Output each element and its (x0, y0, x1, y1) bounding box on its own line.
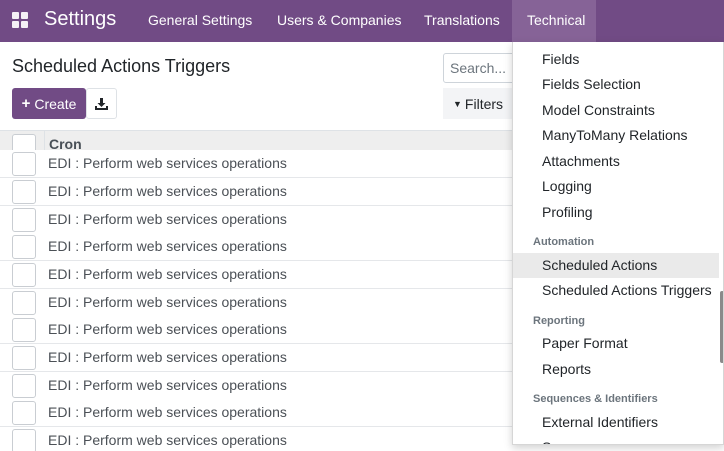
menu-item-model-constraints[interactable]: Model Constraints (513, 98, 719, 123)
menu-item-scheduled-actions-triggers[interactable]: Scheduled Actions Triggers (513, 278, 719, 303)
cron-cell: EDI : Perform web services operations (48, 211, 287, 227)
row-checkbox[interactable] (12, 346, 36, 370)
filter-icon: ▼ (453, 98, 462, 109)
menu-section-automation: Automation (533, 236, 595, 248)
cron-cell: EDI : Perform web services operations (48, 349, 287, 365)
menu-item-many2many-relations[interactable]: ManyToMany Relations (513, 123, 719, 148)
nav-general-settings[interactable]: General Settings (136, 0, 258, 42)
cron-cell: EDI : Perform web services operations (48, 266, 287, 282)
row-checkbox[interactable] (12, 235, 36, 259)
filters-button[interactable]: ▼ Filters (443, 88, 513, 119)
menu-item-attachments[interactable]: Attachments (513, 149, 719, 174)
create-button[interactable]: + Create (12, 88, 86, 119)
nav-technical[interactable]: Technical (512, 0, 596, 42)
row-checkbox[interactable] (12, 208, 36, 232)
menu-item-external-identifiers[interactable]: External Identifiers (513, 410, 719, 435)
nav-translations[interactable]: Translations (412, 0, 512, 42)
cron-cell: EDI : Perform web services operations (48, 377, 287, 393)
cron-cell: EDI : Perform web services operations (48, 294, 287, 310)
menu-item-sequences[interactable]: Sequences (513, 435, 719, 444)
row-checkbox[interactable] (12, 263, 36, 287)
row-checkbox[interactable] (12, 152, 36, 176)
menu-item-fields[interactable]: Fields (513, 47, 719, 72)
cron-cell: EDI : Perform web services operations (48, 404, 287, 420)
technical-dropdown-menu: Fields Fields Selection Model Constraint… (512, 42, 724, 445)
top-navbar: Settings General Settings Users & Compan… (0, 0, 724, 42)
menu-item-logging[interactable]: Logging (513, 174, 719, 199)
menu-item-paper-format[interactable]: Paper Format (513, 331, 719, 356)
cron-cell: EDI : Perform web services operations (48, 321, 287, 337)
menu-section-sequences: Sequences & Identifiers (533, 393, 658, 405)
row-checkbox[interactable] (12, 429, 36, 451)
page-title: Scheduled Actions Triggers (12, 56, 231, 76)
row-checkbox[interactable] (12, 401, 36, 425)
menu-item-fields-selection[interactable]: Fields Selection (513, 72, 719, 97)
apps-menu-icon[interactable] (12, 12, 29, 29)
menu-item-profiling[interactable]: Profiling (513, 200, 719, 225)
filters-label: Filters (464, 95, 504, 112)
cron-cell: EDI : Perform web services operations (48, 432, 287, 448)
cron-cell: EDI : Perform web services operations (48, 155, 287, 171)
row-checkbox[interactable] (12, 374, 36, 398)
create-label: Create (34, 95, 77, 112)
row-checkbox[interactable] (12, 291, 36, 315)
cron-cell: EDI : Perform web services operations (48, 183, 287, 199)
app-brand[interactable]: Settings (44, 8, 116, 31)
menu-section-reporting: Reporting (533, 315, 585, 327)
row-checkbox[interactable] (12, 318, 36, 342)
menu-scrollbar[interactable] (720, 291, 723, 363)
row-checkbox[interactable] (12, 180, 36, 204)
plus-icon: + (21, 95, 31, 112)
cron-cell: EDI : Perform web services operations (48, 238, 287, 254)
menu-item-reports[interactable]: Reports (513, 357, 719, 382)
nav-users-companies[interactable]: Users & Companies (265, 0, 405, 42)
menu-item-scheduled-actions[interactable]: Scheduled Actions (513, 253, 719, 278)
export-button[interactable] (86, 88, 117, 119)
download-icon (95, 97, 108, 110)
